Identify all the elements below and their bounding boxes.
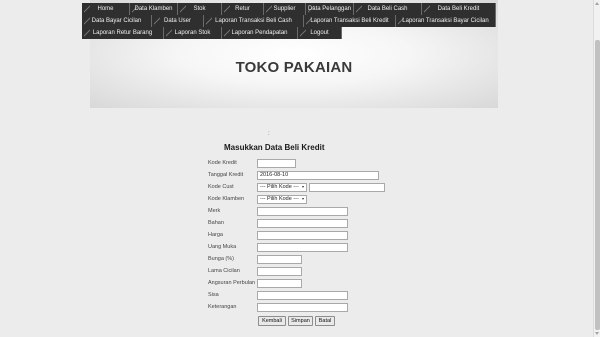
label-lama-cicilan: Lama Cicilan — [208, 268, 240, 274]
simpan-button[interactable]: Simpan — [288, 316, 313, 326]
vertical-scrollbar[interactable] — [593, 0, 600, 337]
bahan-input[interactable] — [257, 219, 348, 228]
chevron-down-icon — [302, 186, 304, 188]
kode-cust-name-input[interactable] — [309, 183, 385, 192]
nav-retur[interactable]: Retur — [222, 3, 264, 15]
separator-text: : — [268, 131, 270, 137]
nav-laporan-retur-barang[interactable]: Laporan Retur Barang — [82, 27, 164, 39]
nav-data-klamben[interactable]: Data Klamben — [130, 3, 178, 15]
nav-laporan-stok[interactable]: Laporan Stok — [164, 27, 222, 39]
nav-laporan-beli-kredit[interactable]: Laporan Transaksi Beli Kredit — [304, 15, 396, 27]
kembali-button[interactable]: Kembali — [258, 316, 286, 326]
main-nav: Home Data Klamben Stok Retur Supplier Da… — [82, 0, 502, 40]
label-sisa: Sisa — [208, 292, 219, 298]
nav-data-user[interactable]: Data User — [152, 15, 204, 27]
store-title: TOKO PAKAIAN — [235, 59, 353, 76]
kode-kredit-input[interactable] — [257, 159, 296, 168]
nav-supplier[interactable]: Supplier — [264, 3, 306, 15]
sisa-input[interactable] — [257, 291, 348, 300]
kode-cust-select[interactable]: --- Pilih Kode --- — [257, 183, 307, 192]
merk-input[interactable] — [257, 207, 348, 216]
label-tanggal-kredit: Tanggal Kredit — [208, 172, 244, 178]
page: TOKO PAKAIAN Home Data Klamben Stok Retu… — [0, 0, 593, 337]
chevron-down-icon — [302, 198, 304, 200]
label-kode-kredit: Kode Kredit — [208, 160, 237, 166]
scroll-down-icon[interactable] — [595, 332, 599, 335]
nav-data-bayar-cicilan[interactable]: Data Bayar Cicilan — [82, 15, 152, 27]
form-title: Masukkan Data Beli Kredit — [224, 143, 325, 152]
uang-muka-input[interactable] — [257, 243, 348, 252]
nav-laporan-beli-cash[interactable]: Laporan Transaksi Beli Cash — [204, 15, 304, 27]
nav-data-pelanggan[interactable]: Data Pelanggan — [306, 3, 354, 15]
batal-button[interactable]: Batal — [315, 316, 335, 326]
label-merk: Merk — [208, 208, 221, 214]
label-keterangan: Keterangan — [208, 304, 237, 310]
label-angsuran-perbulan: Angsuran Perbulan — [208, 280, 256, 286]
label-kode-cust: Kode Cust — [208, 184, 234, 190]
label-uang-muka: Uang Muka — [208, 244, 237, 250]
label-bahan: Bahan — [208, 220, 224, 226]
nav-data-beli-cash[interactable]: Data Beli Cash — [354, 3, 422, 15]
kode-klamben-select[interactable]: --- Pilih Kode --- — [257, 195, 307, 204]
label-kode-klamben: Kode Klamben — [208, 196, 245, 202]
label-harga: Harga — [208, 232, 223, 238]
nav-logout[interactable]: Logout — [298, 27, 342, 39]
nav-laporan-pendapatan[interactable]: Laporan Pendapatan — [222, 27, 298, 39]
nav-data-beli-kredit[interactable]: Data Beli Kredit — [422, 3, 496, 15]
bunga-input[interactable] — [257, 255, 302, 264]
scroll-up-icon[interactable] — [595, 2, 599, 5]
label-bunga: Bunga (%) — [208, 256, 234, 262]
nav-home[interactable]: Home — [82, 3, 130, 15]
angsuran-perbulan-input[interactable] — [257, 279, 302, 288]
scrollbar-thumb[interactable] — [595, 40, 600, 330]
tanggal-kredit-input[interactable]: 2016-08-10 — [257, 171, 379, 180]
keterangan-input[interactable] — [257, 303, 348, 312]
nav-laporan-bayar-cicilan[interactable]: Laporan Transaksi Bayar Cicilan — [396, 15, 496, 27]
lama-cicilan-input[interactable] — [257, 267, 302, 276]
harga-input[interactable] — [257, 231, 348, 240]
nav-stok[interactable]: Stok — [178, 3, 222, 15]
